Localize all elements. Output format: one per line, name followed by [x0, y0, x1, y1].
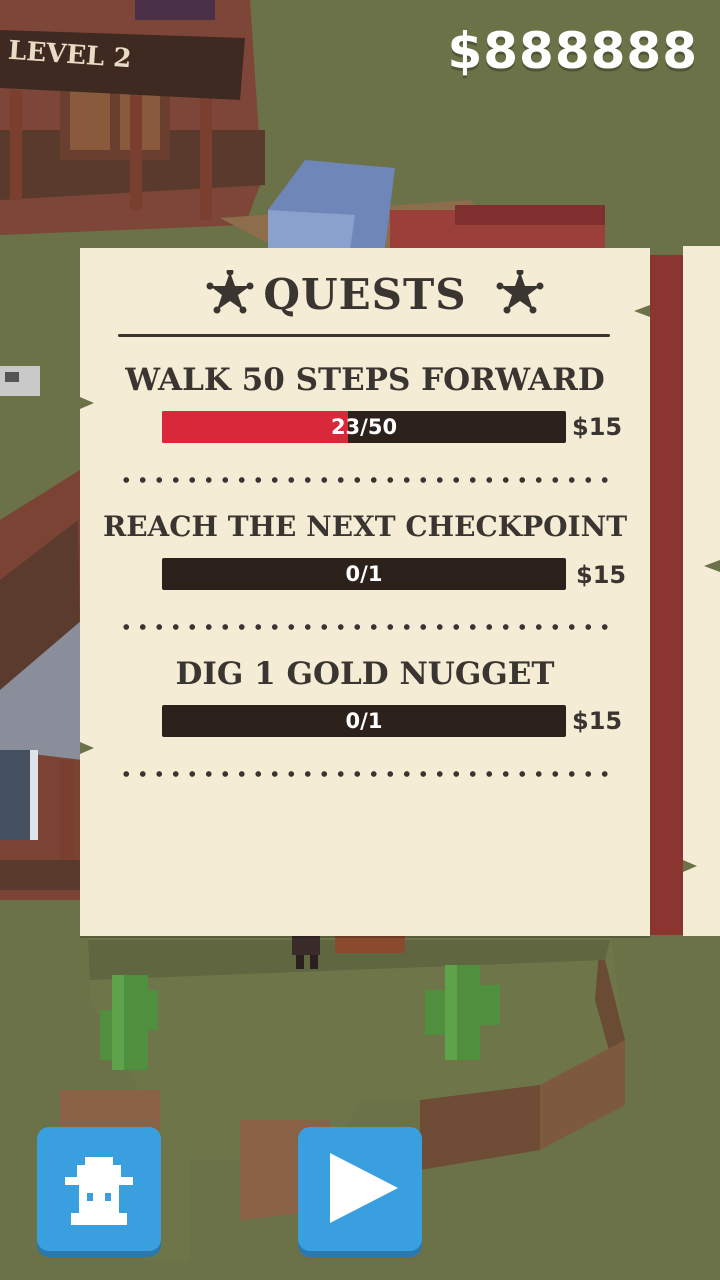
barber-building — [0, 470, 82, 900]
play-button[interactable] — [298, 1127, 422, 1251]
quest-name: DIG 1 GOLD NUGGET — [175, 656, 555, 692]
paper-tear — [80, 397, 94, 409]
quest-progress-bar: 23/50 — [162, 411, 566, 443]
quest-progress-text: 0/1 — [345, 562, 383, 586]
money-counter: $888888 — [447, 22, 698, 80]
play-icon — [330, 1153, 398, 1223]
character-select-button[interactable] — [37, 1127, 161, 1251]
cowboy-character-icon — [65, 1157, 133, 1225]
dotted-divider — [118, 477, 614, 483]
sheriff-star-icon — [496, 270, 544, 314]
title-divider — [118, 334, 610, 337]
quest-reward: $15 — [572, 707, 623, 735]
quest-reward: $15 — [576, 561, 627, 589]
quest-name: WALK 50 STEPS FORWARD — [125, 362, 605, 398]
quest-name: REACH THE NEXT CHECKPOINT — [102, 510, 628, 543]
dotted-divider — [118, 771, 614, 777]
quest-progress-text: 23/50 — [330, 415, 398, 439]
cow-animal — [0, 366, 40, 396]
quests-panel — [80, 248, 650, 936]
paper-tear — [683, 860, 697, 872]
quest-progress-bar: 0/1 — [162, 705, 566, 737]
paper-tear — [704, 560, 720, 572]
paper-tear — [80, 742, 94, 754]
saloon-building — [0, 0, 265, 235]
quests-title: QUESTS — [263, 270, 467, 319]
quest-progress-text: 0/1 — [345, 709, 383, 733]
wagon — [268, 160, 395, 250]
dotted-divider — [118, 624, 614, 630]
quest-reward: $15 — [572, 413, 623, 441]
next-panel-edge — [683, 246, 720, 936]
quest-progress-bar: 0/1 — [162, 558, 566, 590]
